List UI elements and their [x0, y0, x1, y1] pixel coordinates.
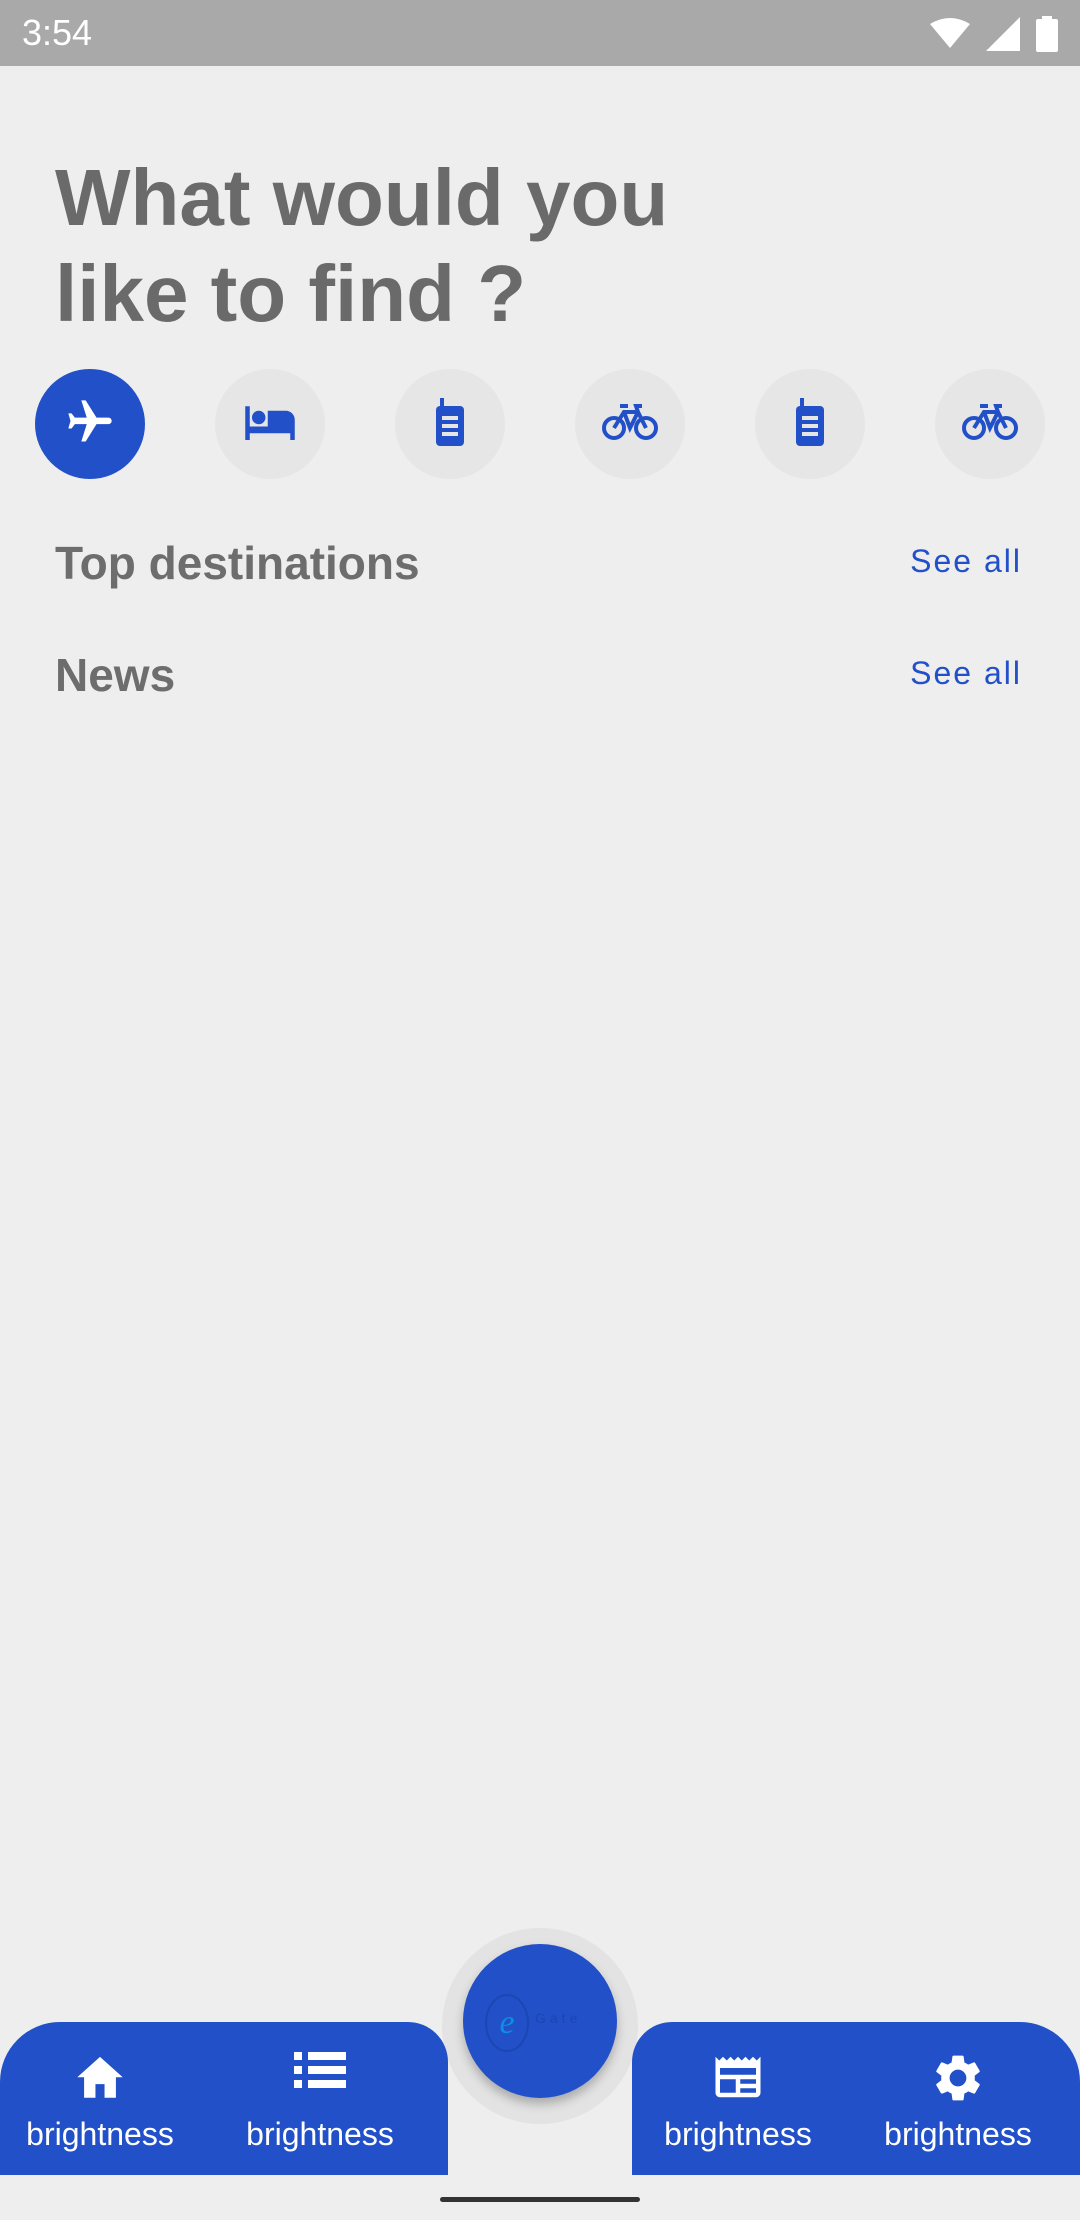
- battery-icon: [1036, 16, 1058, 57]
- app-screen: 3:54 What would you like to find ? Top d…: [0, 0, 1080, 2220]
- app-logo-text: Gate: [535, 2010, 582, 2026]
- walkie-talkie-icon: [428, 397, 472, 451]
- bicycle-icon: [602, 402, 658, 447]
- nav-label-list: brightness: [246, 2116, 394, 2152]
- top-destinations-see-all-link[interactable]: See all: [910, 543, 1022, 580]
- nav-label-settings: brightness: [884, 2116, 1032, 2152]
- page-title-line2: like to find ?: [55, 249, 527, 338]
- bicycle-icon: [962, 402, 1018, 447]
- home-icon: [72, 2050, 128, 2105]
- center-fab-button[interactable]: e Gate: [463, 1944, 617, 2098]
- status-icons: [930, 16, 1058, 57]
- nav-label-home: brightness: [26, 2116, 174, 2152]
- category-chip-radio-2[interactable]: [755, 369, 865, 479]
- status-bar: 3:54: [0, 0, 1080, 66]
- nav-item-list[interactable]: brightness: [220, 2022, 420, 2175]
- settings-gear-icon: [930, 2050, 986, 2111]
- hotel-bed-icon: [243, 395, 297, 454]
- top-destinations-title: Top destinations: [55, 537, 420, 589]
- news-title: News: [55, 649, 176, 701]
- signal-icon: [986, 17, 1020, 56]
- nav-item-news[interactable]: brightness: [638, 2022, 838, 2175]
- nav-label-news: brightness: [664, 2116, 812, 2152]
- category-chip-bike-2[interactable]: [935, 369, 1045, 479]
- walkie-talkie-icon: [788, 397, 832, 451]
- home-indicator[interactable]: [440, 2197, 640, 2202]
- airplane-icon: [64, 396, 116, 453]
- bottom-nav-right: brightness brightness: [632, 2022, 1080, 2175]
- category-chip-bike-1[interactable]: [575, 369, 685, 479]
- wifi-icon: [930, 18, 970, 55]
- page-title: What would you like to find ?: [55, 150, 855, 342]
- app-logo-letter: e: [485, 1994, 529, 2052]
- bottom-nav-left: brightness brightness: [0, 2022, 448, 2175]
- page-title-line1: What would you: [55, 153, 669, 242]
- category-chip-hotels[interactable]: [215, 369, 325, 479]
- news-see-all-link[interactable]: See all: [910, 655, 1022, 692]
- newspaper-icon: [710, 2050, 766, 2109]
- category-chip-flights[interactable]: [35, 369, 145, 479]
- nav-item-settings[interactable]: brightness: [858, 2022, 1058, 2175]
- status-time: 3:54: [22, 12, 93, 53]
- nav-item-home[interactable]: brightness: [0, 2022, 200, 2175]
- category-chip-radio-1[interactable]: [395, 369, 505, 479]
- list-icon: [294, 2050, 346, 2095]
